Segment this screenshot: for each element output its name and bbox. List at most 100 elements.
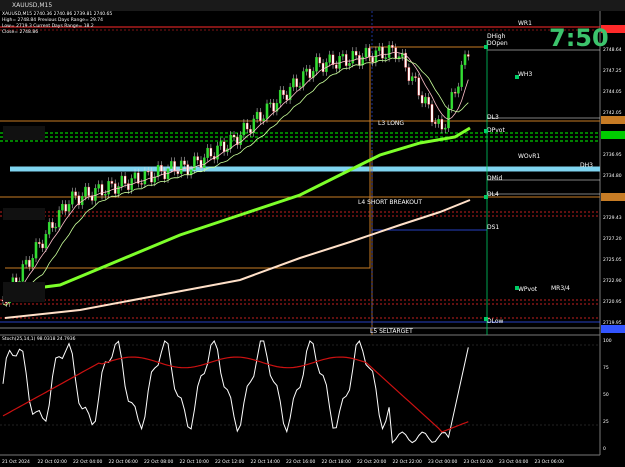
candle-body [117,186,120,194]
candle-body [249,128,252,133]
candle-body [430,104,434,123]
candle-body [285,94,289,101]
candle-body [146,170,150,173]
candle-body [272,102,275,112]
candle-body [57,210,61,228]
candle-body [186,164,190,175]
candle-body [196,156,199,161]
label-dh3: DH3 [580,162,593,169]
candle-body [67,204,71,212]
candle-body [463,54,467,66]
candle-body [407,67,411,82]
stoch-signal-line [2,356,469,433]
label-mr34: MR3/4 [551,285,570,292]
label-dhigh: DHigh [487,33,506,40]
candle-body [308,68,312,78]
price-tag-blue-1 [601,325,625,333]
price-tick: 2727.20 [603,236,622,242]
time-tick: 22 Oct 06:00 [109,459,138,465]
left-label-block-2 [3,208,45,220]
window-title: XAUUSD,M15 [12,2,53,9]
candle-body [163,171,166,180]
marker-dpvot [484,129,488,133]
candle-body [84,186,87,197]
candle-body [54,226,58,229]
price-tag-orange-2 [601,193,625,201]
candle-body [344,54,348,66]
candle-body [348,63,351,66]
window-title-bar[interactable]: XAUUSD,M15 [0,0,625,11]
candle-body [97,184,100,189]
candle-body [140,183,143,185]
candle-body [123,175,127,184]
label-l5-seltarget: L5 SELTARGET [370,328,413,335]
candle-body [44,233,48,249]
price-chart[interactable]: WR1 DHigh DOpen WH3 DL3 L3 LONG DPvot WO… [0,0,625,467]
candle-body [170,161,173,169]
price-tick: 2734.80 [603,173,622,179]
label-dmid: DMid [487,175,502,182]
label-wh3: WH3 [518,71,532,78]
candle-body [150,171,153,183]
candle-body [110,181,114,184]
price-tick: 2736.95 [603,152,622,158]
candle-body [414,76,417,78]
candle-body [457,86,460,94]
candle-body [179,160,183,174]
label-dopen: DOpen [487,40,508,47]
candle-body [467,54,470,57]
candle-body [232,134,236,138]
time-tick: 22 Oct 14:00 [251,459,280,465]
candle-body [354,51,358,56]
candle-body [61,204,64,211]
candle-body [269,102,272,105]
price-tag-orange-1 [601,116,625,124]
candle-body [460,64,463,87]
candle-body [160,165,163,172]
price-tick: 2725.05 [603,257,622,263]
label-l3-long: L3 LONG [378,120,404,127]
candle-body [328,54,331,63]
main-plot-area[interactable] [0,11,600,334]
candle-body [24,259,28,265]
candle-body [298,86,302,88]
price-tick: 2747.25 [603,68,622,74]
candle-body [384,57,388,59]
label-dlow: DLow [487,318,504,325]
candle-body [302,71,305,87]
candle-body [143,170,147,185]
candle-body [282,89,285,96]
time-tick: 22 Oct 16:00 [286,459,315,465]
label-wpvot: WPvot [518,286,538,293]
candle-body [219,141,223,147]
candle-body [255,111,259,120]
stochastic-pane[interactable] [0,339,600,444]
candle-body [176,171,180,174]
candle-body [229,134,232,149]
time-tick: 22 Oct 22:00 [393,459,422,465]
candle-body [209,147,213,157]
candle-body [242,122,246,136]
candle-body [305,68,308,72]
candle-body [338,56,341,69]
label-dl4: DL4 [487,191,499,198]
candle-body [358,55,361,66]
time-tick: 23 Oct 00:00 [428,459,457,465]
price-tag-green-1 [601,131,625,139]
price-axis[interactable]: 2751.012748.642747.252744.052742.052739.… [603,26,622,326]
candle-body [104,194,107,196]
price-tick: 2720.95 [603,299,622,305]
time-tick: 23 Oct 06:00 [535,459,564,465]
time-tick: 22 Oct 10:00 [180,459,209,465]
candle-body [321,62,325,72]
candle-body [156,165,160,177]
candle-body [21,264,25,282]
stoch-tick: 25 [603,419,609,425]
label-dpvot: DPvot [487,127,505,134]
time-tick: 22 Oct 02:00 [38,459,67,465]
label-ds1: DS1 [487,224,499,231]
candle-body [351,51,355,64]
candle-body [453,92,457,94]
marker-dlow [484,317,488,321]
stoch-tick: 50 [603,392,609,398]
